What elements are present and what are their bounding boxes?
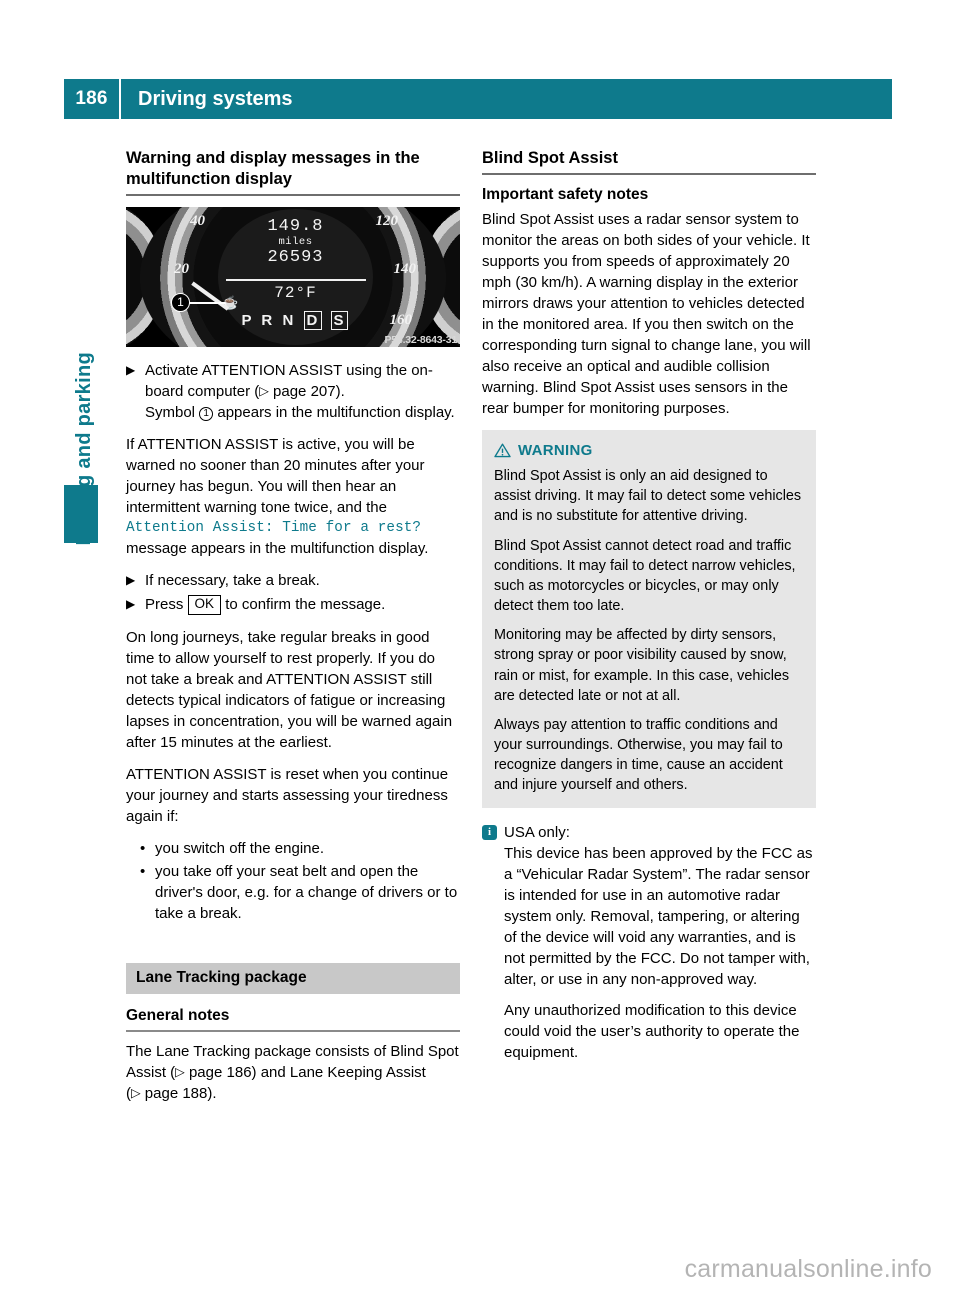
reset-conditions-paragraph: ATTENTION ASSIST is reset when you conti… bbox=[126, 766, 449, 826]
gear-d: D bbox=[304, 311, 323, 331]
paragraph-text-post: message appears in the multifunction dis… bbox=[126, 540, 429, 558]
warning-header: WARNING bbox=[494, 442, 804, 459]
page-ref-arrow-icon: ▷ bbox=[259, 384, 269, 399]
list-item-label: you switch off the engine. bbox=[155, 840, 324, 858]
warning-paragraph: Always pay attention to traffic conditio… bbox=[494, 716, 783, 794]
chapter-tab-marker bbox=[64, 485, 98, 543]
step-item: ▶ Press OK to confirm the message. bbox=[126, 594, 460, 616]
general-notes-paragraph: The Lane Tracking package consists of Bl… bbox=[126, 1041, 460, 1104]
speed-tick-40: 40 bbox=[190, 213, 205, 230]
info-note: i USA only: bbox=[482, 822, 816, 843]
ok-button-glyph[interactable]: OK bbox=[187, 595, 222, 616]
info-icon: i bbox=[482, 825, 497, 841]
step-marker-icon: ▶ bbox=[126, 573, 136, 588]
manual-page: 186 Driving systems Driving and parking … bbox=[0, 0, 960, 1302]
gear-p: P bbox=[241, 312, 255, 330]
site-watermark: carmanualsonline.info bbox=[684, 1255, 932, 1283]
warning-triangle-icon bbox=[494, 443, 511, 458]
info-note-lead: USA only: bbox=[504, 824, 570, 842]
right-heading-rule bbox=[482, 173, 816, 176]
page-ref-arrow-icon: ▷ bbox=[175, 1065, 185, 1080]
list-item: • you take off your seat belt and open t… bbox=[126, 861, 460, 924]
bullet-dot-icon: • bbox=[140, 863, 146, 881]
step-item: ▶ If necessary, take a break. bbox=[126, 570, 460, 591]
step-marker-icon: ▶ bbox=[126, 363, 136, 378]
info-note-body: This device has been approved by the FCC… bbox=[482, 843, 816, 1063]
page-title: Driving systems bbox=[138, 87, 293, 110]
left-section-heading: Warning and display messages in the mult… bbox=[126, 149, 420, 189]
list-item: • you switch off the engine. bbox=[126, 838, 460, 859]
odometer-value: 26593 bbox=[267, 248, 324, 268]
distance-unit: miles bbox=[278, 236, 313, 249]
gear-s: S bbox=[331, 311, 349, 331]
warning-label: WARNING bbox=[518, 442, 593, 460]
reset-conditions-list: • you switch off the engine. • you take … bbox=[126, 838, 460, 924]
info-paragraph: This device has been approved by the FCC… bbox=[504, 845, 813, 989]
speed-tick-20: 20 bbox=[174, 261, 189, 278]
step-text-3a: Press bbox=[145, 596, 188, 614]
page-number: 186 bbox=[75, 88, 108, 109]
info-paragraph: Any unauthorized modification to this de… bbox=[504, 1002, 800, 1062]
step-list-confirm: ▶ If necessary, take a break. ▶ Press OK… bbox=[126, 570, 460, 616]
inline-callout-1-icon: 1 bbox=[199, 407, 214, 422]
step-text-1c: Symbol bbox=[145, 404, 200, 422]
step-text-1b: page 207). bbox=[273, 383, 345, 401]
step-text-1d: appears in the multifunction display. bbox=[213, 404, 455, 422]
right-section-heading: Blind Spot Assist bbox=[482, 149, 618, 167]
heading-rule bbox=[126, 194, 460, 197]
safety-notes-heading: Important safety notes bbox=[482, 186, 649, 204]
general-notes-heading: General notes bbox=[126, 1007, 230, 1025]
blind-spot-intro-paragraph: Blind Spot Assist uses a radar sensor sy… bbox=[482, 211, 811, 418]
page-ref-arrow-icon: ▷ bbox=[131, 1086, 141, 1101]
warning-paragraph: Blind Spot Assist cannot detect road and… bbox=[494, 537, 796, 615]
step-marker-icon: ▶ bbox=[126, 597, 136, 612]
gear-n: N bbox=[282, 312, 297, 330]
step-text-3b: to confirm the message. bbox=[221, 596, 386, 614]
callout-leader-line bbox=[189, 302, 225, 305]
step-item: ▶ Activate ATTENTION ASSIST using the on… bbox=[126, 360, 460, 423]
speed-tick-120: 120 bbox=[375, 213, 399, 230]
list-item-label: you take off your seat belt and open the… bbox=[155, 863, 458, 923]
left-column: Warning and display messages in the mult… bbox=[126, 148, 460, 1115]
gear-r: R bbox=[261, 312, 276, 330]
speed-tick-160: 160 bbox=[389, 312, 413, 329]
warning-paragraph: Monitoring may be affected by dirty sens… bbox=[494, 627, 790, 704]
step-list-activate: ▶ Activate ATTENTION ASSIST using the on… bbox=[126, 360, 460, 423]
mfd-message-text: Attention Assist: Time for a rest? bbox=[126, 520, 422, 537]
speed-tick-140: 140 bbox=[393, 261, 417, 278]
page-header: 186 Driving systems bbox=[64, 79, 892, 119]
multifunction-display-readout: 149.8 miles 26593 bbox=[218, 217, 373, 267]
bullet-dot-icon: • bbox=[140, 840, 146, 858]
right-column: Blind Spot Assist Important safety notes… bbox=[482, 148, 816, 1063]
display-separator bbox=[226, 279, 366, 282]
instrument-cluster-figure: 20 40 120 140 160 149.8 miles 26593 72°F… bbox=[126, 207, 460, 348]
lane-tracking-section-bar: Lane Tracking package bbox=[126, 963, 460, 995]
gear-indicator: P R N D S bbox=[218, 311, 373, 331]
general-notes-rule bbox=[126, 1030, 460, 1033]
step-text-2: If necessary, take a break. bbox=[145, 572, 320, 590]
outside-temperature: 72°F bbox=[274, 284, 317, 303]
warning-box: WARNING Blind Spot Assist is only an aid… bbox=[482, 430, 816, 809]
general-notes-text-c: page 188). bbox=[144, 1085, 217, 1103]
figure-reference-code: P54.32-8643-31 bbox=[384, 334, 457, 347]
long-journeys-paragraph: On long journeys, take regular breaks in… bbox=[126, 629, 453, 752]
paragraph-text-pre: If ATTENTION ASSIST is active, you will … bbox=[126, 436, 425, 517]
trip-distance-value: 149.8 bbox=[267, 217, 324, 237]
attention-assist-paragraph: If ATTENTION ASSIST is active, you will … bbox=[126, 434, 460, 559]
warning-paragraph: Blind Spot Assist is only an aid designe… bbox=[494, 468, 802, 525]
